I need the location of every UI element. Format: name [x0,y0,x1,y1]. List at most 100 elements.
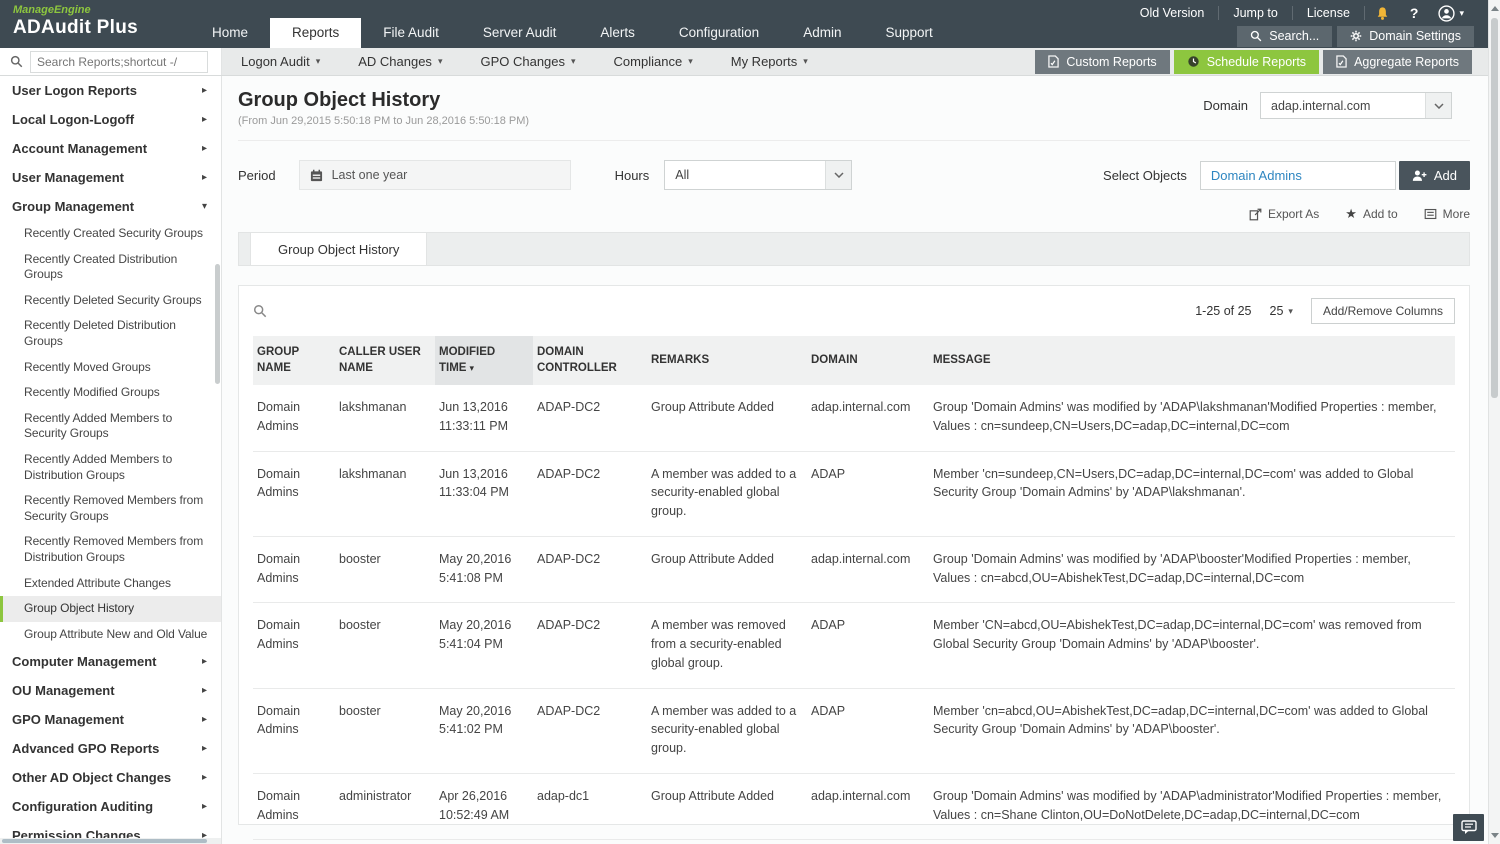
sidebar-subitem[interactable]: Recently Deleted Distribution Groups [0,313,221,354]
chevron-down-icon: ▾ [688,56,693,66]
nav-item-file-audit[interactable]: File Audit [361,18,461,48]
sidebar-subitem[interactable]: Group Attribute New and Old Value [0,622,221,648]
add-to-favorites-link[interactable]: ★ Add to [1345,206,1397,222]
user-account-menu[interactable]: ▾ [1428,4,1474,22]
sidebar-subitem[interactable]: Recently Created Security Groups [0,221,221,247]
cell-group-name: Domain Admins [253,385,335,452]
cell-domain: ADAP [807,451,929,537]
custom-reports-button[interactable]: Custom Reports [1035,49,1170,74]
sidebar-subitem[interactable]: Recently Removed Members from Security G… [0,488,221,529]
report-search-input[interactable] [30,50,208,73]
menu-ad-changes[interactable]: AD Changes ▾ [339,54,461,69]
select-objects-label: Select Objects [1103,167,1187,183]
column-header-domain[interactable]: DOMAIN [807,336,929,386]
sidebar-subitem[interactable]: Recently Moved Groups [0,355,221,381]
sidebar-item-computer-management[interactable]: Computer Management ▸ [0,647,221,676]
cell-message: Member 'cn=sundeep,CN=Users,DC=adap,DC=i… [929,451,1455,537]
license-link[interactable]: License [1293,6,1365,20]
select-objects-input[interactable] [1199,160,1396,190]
menu-logon-audit[interactable]: Logon Audit ▾ [222,54,339,69]
cell-message: Member 'cn=Shane Clinton,OU=DoNotDelete,… [929,839,1455,844]
jump-to-link[interactable]: Jump to [1219,6,1293,20]
sidebar-item-local-logon-logoff[interactable]: Local Logon-Logoff ▸ [0,105,221,134]
sidebar-item-account-management[interactable]: Account Management ▸ [0,134,221,163]
search-icon [1251,30,1262,42]
column-header-remarks[interactable]: REMARKS [647,336,807,386]
nav-item-admin[interactable]: Admin [781,18,863,48]
sidebar-item-configuration-auditing[interactable]: Configuration Auditing ▸ [0,792,221,821]
table-search-icon[interactable] [253,304,267,318]
more-options-link[interactable]: More [1424,206,1470,222]
table-toolbar: 1-25 of 25 25 ▾ Add/Remove Columns [253,298,1455,324]
sidebar-item-group-management[interactable]: Group Management ▾ [0,192,221,221]
nav-item-home[interactable]: Home [190,18,270,48]
arrow-right-icon: ▸ [201,172,207,183]
menu-my-reports[interactable]: My Reports ▾ [712,54,827,69]
pagination-status: 1-25 of 25 [1195,304,1252,318]
domain-dropdown[interactable]: adap.internal.com [1260,92,1452,119]
chevron-down-icon [825,161,852,189]
column-header-caller-user-name[interactable]: CALLER USER NAME [335,336,435,386]
sidebar-subitem[interactable]: Recently Added Members to Distribution G… [0,447,221,488]
feedback-chat-button[interactable] [1453,814,1484,841]
domain-settings-button[interactable]: Domain Settings [1337,26,1474,47]
sidebar-item-ou-management[interactable]: OU Management ▸ [0,676,221,705]
sidebar-subitem[interactable]: Recently Deleted Security Groups [0,288,221,314]
sidebar-item-gpo-management[interactable]: GPO Management ▸ [0,705,221,734]
global-search-button[interactable]: Search... [1237,26,1333,47]
cell-caller: booster [335,688,435,774]
sidebar-subitem[interactable]: Recently Created Distribution Groups [0,247,221,288]
sidebar-subitem-group-object-history[interactable]: Group Object History [0,596,221,622]
cell-caller: administrator [335,839,435,844]
help-icon[interactable]: ? [1400,5,1429,21]
nav-item-alerts[interactable]: Alerts [578,18,657,48]
table-row: Domain Admins lakshmanan Jun 13,2016 11:… [253,385,1455,452]
sidebar-item-advanced-gpo-reports[interactable]: Advanced GPO Reports ▸ [0,734,221,763]
sidebar-subitem[interactable]: Recently Removed Members from Distributi… [0,529,221,570]
sidebar-scrollbar-thumb[interactable] [215,264,220,384]
sidebar-subitem[interactable]: Extended Attribute Changes [0,571,221,597]
hours-dropdown[interactable]: All [664,160,853,190]
sidebar-item-other-ad-object-changes[interactable]: Other AD Object Changes ▸ [0,763,221,792]
scroll-up-arrow-icon[interactable] [1491,6,1499,11]
add-remove-columns-button[interactable]: Add/Remove Columns [1310,298,1455,324]
report-tabs: Group Object History [238,232,1470,266]
notifications-bell-icon[interactable] [1365,6,1400,21]
add-object-button[interactable]: Add [1398,160,1470,190]
table-header-row: GROUP NAME CALLER USER NAME MODIFIED TIM… [253,336,1455,386]
scroll-down-arrow-icon[interactable] [1491,833,1499,838]
nav-item-server-audit[interactable]: Server Audit [461,18,579,48]
sidebar-item-user-logon-reports[interactable]: User Logon Reports ▸ [0,76,221,105]
nav-item-support[interactable]: Support [863,18,954,48]
sidebar-horizontal-scrollbar[interactable] [0,838,221,844]
tab-group-object-history[interactable]: Group Object History [250,233,428,265]
page-scrollbar-thumb[interactable] [1491,18,1498,398]
sidebar-item-user-management[interactable]: User Management ▸ [0,163,221,192]
menu-compliance[interactable]: Compliance ▾ [595,54,712,69]
old-version-link[interactable]: Old Version [1126,6,1220,20]
sidebar-subitem[interactable]: Recently Added Members to Security Group… [0,406,221,447]
arrow-right-icon: ▸ [201,85,207,96]
schedule-reports-button[interactable]: Schedule Reports [1173,49,1320,74]
sidebar-subitem[interactable]: Recently Modified Groups [0,380,221,406]
cell-domain: adap.internal.com [807,385,929,452]
cell-domain-controller: ADAP-DC2 [533,536,647,604]
sidebar-horizontal-scrollbar-thumb[interactable] [2,839,207,843]
column-header-message[interactable]: MESSAGE [929,336,1455,386]
column-header-modified-time[interactable]: MODIFIED TIME ▾ [435,336,533,386]
export-as-link[interactable]: Export As [1249,206,1319,222]
aggregate-reports-button[interactable]: Aggregate Reports [1323,49,1472,74]
column-header-group-name[interactable]: GROUP NAME [253,336,335,386]
period-picker[interactable]: Last one year [298,160,571,190]
main-nav: Home Reports File Audit Server Audit Ale… [190,0,955,48]
column-header-domain-controller[interactable]: DOMAIN CONTROLLER [533,336,647,386]
page-size-dropdown[interactable]: 25 ▾ [1270,304,1293,318]
search-icon [10,55,23,68]
menu-gpo-changes[interactable]: GPO Changes ▾ [461,54,594,69]
nav-item-configuration[interactable]: Configuration [657,18,781,48]
chevron-down-icon: ▾ [1459,7,1464,18]
nav-item-reports[interactable]: Reports [270,18,362,48]
page-scrollbar[interactable] [1488,0,1500,844]
report-tools-row: Export As ★ Add to More [238,206,1470,222]
chevron-down-icon: ▾ [1288,305,1293,316]
